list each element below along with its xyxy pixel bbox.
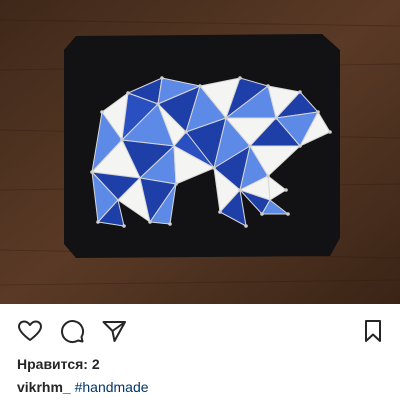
bookmark-icon[interactable] <box>360 318 386 344</box>
likes-count[interactable]: Нравится: 2 <box>17 356 100 372</box>
post-caption: vikrhm_ #handmade <box>17 379 149 395</box>
comment-icon[interactable] <box>59 318 85 344</box>
paper-plane-icon[interactable] <box>101 318 127 344</box>
post-action-bar <box>0 304 400 352</box>
heart-icon[interactable] <box>17 318 43 344</box>
post-photo[interactable] <box>0 0 400 304</box>
photo-canvas <box>0 0 400 304</box>
caption-hashtag[interactable]: #handmade <box>75 379 149 395</box>
caption-username[interactable]: vikrhm_ <box>17 379 71 395</box>
